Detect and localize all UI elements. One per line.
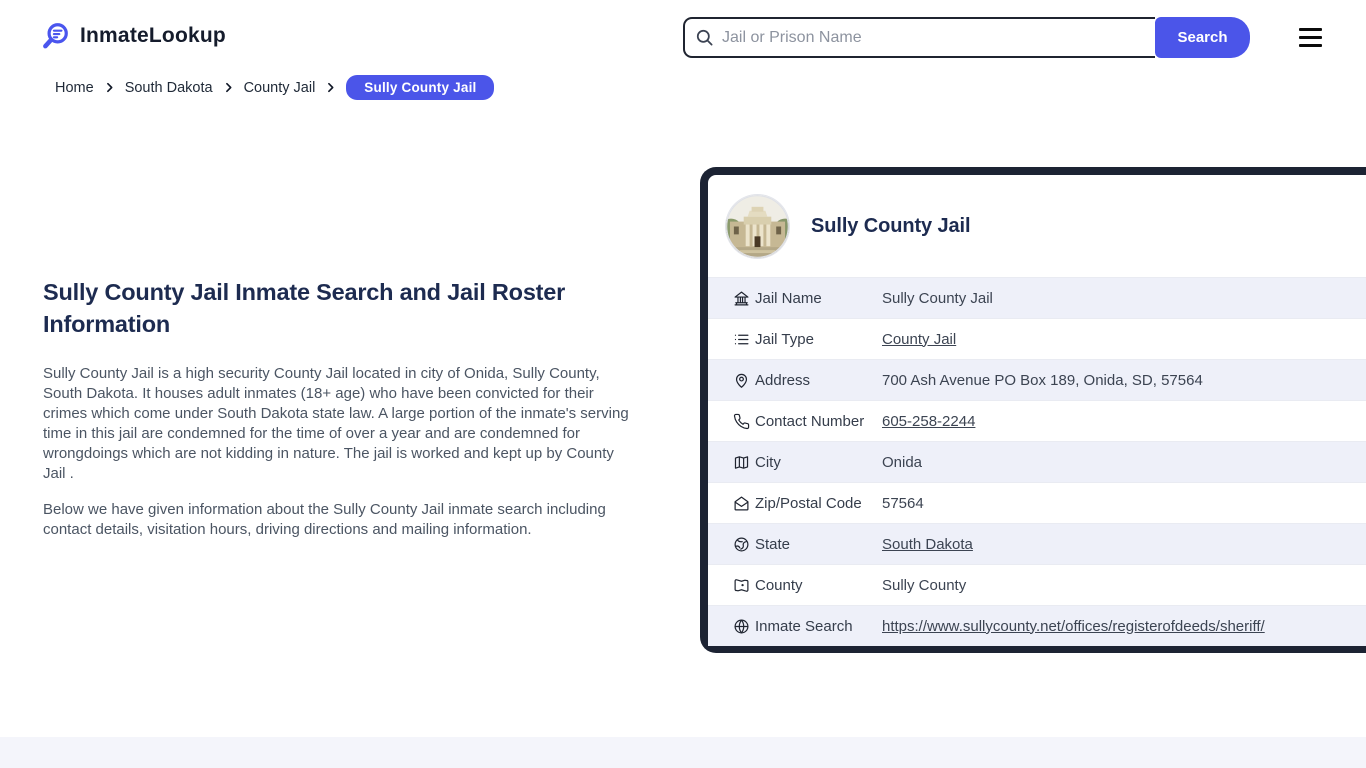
bank-icon <box>733 290 755 307</box>
row-value: 700 Ash Avenue PO Box 189, Onida, SD, 57… <box>882 371 1203 389</box>
row-label: Zip/Postal Code <box>755 494 862 512</box>
inmate-search-link[interactable]: https://www.sullycounty.net/offices/regi… <box>882 618 1265 635</box>
article-paragraph: Below we have given information about th… <box>43 501 606 538</box>
phone-link[interactable]: 605-258-2244 <box>882 413 975 430</box>
row-label: State <box>755 535 791 553</box>
table-row-contact: Contact Number 605-258-2244 <box>708 400 1366 441</box>
brand-name: InmateLookup <box>80 24 226 47</box>
row-value: Onida <box>882 453 923 471</box>
card-header: Sully County Jail <box>708 175 1366 277</box>
row-value: Sully County <box>882 576 967 594</box>
table-row-jail-type: Jail Type County Jail <box>708 318 1366 359</box>
magnifier-logo-icon <box>40 21 70 51</box>
article-section: Sully County Jail Inmate Search and Jail… <box>43 276 643 556</box>
globe-stand-icon <box>733 536 755 553</box>
chevron-right-icon <box>222 81 235 94</box>
row-label: Address <box>755 371 811 389</box>
row-label: Contact Number <box>755 412 865 430</box>
breadcrumb-current-badge: Sully County Jail <box>346 75 495 100</box>
row-label: Inmate Search <box>755 617 853 635</box>
table-row-zip: Zip/Postal Code 57564 <box>708 482 1366 523</box>
breadcrumb-home[interactable]: Home <box>55 80 94 96</box>
list-icon <box>733 331 755 348</box>
breadcrumb-jail-type[interactable]: County Jail <box>244 80 316 96</box>
search-icon <box>695 28 714 47</box>
search-bar: Search <box>683 17 1250 58</box>
jail-details-table: Jail Name Sully County Jail Jail Type Co… <box>708 277 1366 646</box>
chevron-right-icon <box>324 81 337 94</box>
row-label: County <box>755 576 803 594</box>
map-icon <box>733 454 755 471</box>
search-button[interactable]: Search <box>1155 17 1250 58</box>
globe-icon <box>733 618 755 635</box>
jail-info-card: Sully County Jail Jail Name Sully County… <box>700 167 1366 653</box>
row-label: Jail Type <box>755 330 814 348</box>
map-area-icon <box>733 577 755 594</box>
jail-type-link[interactable]: County Jail <box>882 331 956 348</box>
table-row-city: City Onida <box>708 441 1366 482</box>
chevron-right-icon <box>103 81 116 94</box>
row-value: 57564 <box>882 494 924 512</box>
row-label: Jail Name <box>755 289 822 307</box>
jail-card-title: Sully County Jail <box>811 214 971 237</box>
state-link[interactable]: South Dakota <box>882 536 973 553</box>
table-row-state: State South Dakota <box>708 523 1366 564</box>
search-input[interactable] <box>722 28 1155 47</box>
mail-open-icon <box>733 495 755 512</box>
row-label: City <box>755 453 781 471</box>
jail-photo <box>726 194 789 258</box>
table-row-county: County Sully County <box>708 564 1366 605</box>
phone-icon <box>733 413 755 430</box>
menu-icon[interactable] <box>1299 28 1322 47</box>
row-value: Sully County Jail <box>882 289 993 307</box>
breadcrumb: Home South Dakota County Jail Sully Coun… <box>55 75 495 100</box>
table-row-inmate-search: Inmate Search https://www.sullycounty.ne… <box>708 605 1366 646</box>
map-pin-icon <box>733 372 755 389</box>
page-title: Sully County Jail Inmate Search and Jail… <box>43 279 566 337</box>
brand-logo[interactable]: InmateLookup <box>40 21 226 51</box>
footer-strip <box>0 737 1366 768</box>
breadcrumb-state[interactable]: South Dakota <box>125 80 213 96</box>
table-row-jail-name: Jail Name Sully County Jail <box>708 277 1366 318</box>
table-row-address: Address 700 Ash Avenue PO Box 189, Onida… <box>708 359 1366 400</box>
article-paragraph: Sully County Jail is a high security Cou… <box>43 365 629 482</box>
